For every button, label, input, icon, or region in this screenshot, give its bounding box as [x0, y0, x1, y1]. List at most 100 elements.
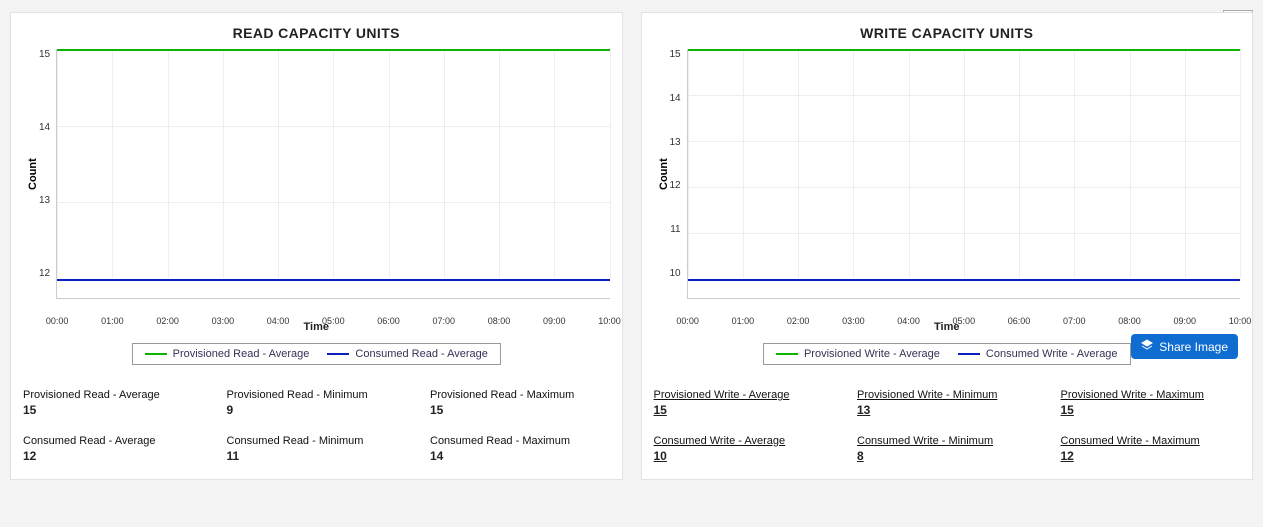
legend: Provisioned Write - Average Consumed Writ… — [763, 343, 1131, 365]
y-tick: 13 — [39, 195, 50, 206]
stat-value: 15 — [1061, 403, 1241, 417]
stat-cell: Provisioned Read - Average 15 — [23, 389, 203, 417]
plot-wrap: Count 151413121110 00:0001:0002:0003:000… — [654, 49, 1241, 299]
x-tick: 03:00 — [208, 316, 238, 326]
x-tick: 06:00 — [1004, 316, 1034, 326]
stat-cell: Consumed Read - Average 12 — [23, 435, 203, 463]
gridline — [223, 49, 224, 278]
plot-area[interactable]: 00:0001:0002:0003:0004:0005:0006:0007:00… — [687, 49, 1240, 299]
y-tick: 12 — [39, 268, 50, 279]
stat-label: Provisioned Read - Maximum — [430, 389, 610, 401]
stat-cell: Consumed Write - Average10 — [654, 435, 834, 463]
gridline — [1240, 49, 1241, 278]
x-tick: 05:00 — [949, 316, 979, 326]
gridline — [610, 49, 611, 278]
x-tick: 03:00 — [838, 316, 868, 326]
gridline — [853, 49, 854, 278]
share-image-button[interactable]: Share Image — [1131, 334, 1238, 359]
gridline — [1185, 49, 1186, 278]
legend-swatch — [327, 353, 349, 355]
legend-label: Provisioned Write - Average — [804, 348, 940, 360]
stat-value: 12 — [23, 449, 203, 463]
stat-value: 9 — [227, 403, 407, 417]
stat-label: Provisioned Read - Minimum — [227, 389, 407, 401]
stat-label: Consumed Write - Maximum — [1061, 435, 1241, 447]
legend-swatch — [145, 353, 167, 355]
stats-grid: Provisioned Write - Average15Provisioned… — [654, 389, 1241, 463]
y-tick: 14 — [670, 93, 681, 104]
x-tick: 07:00 — [429, 316, 459, 326]
stat-cell: Consumed Write - Minimum8 — [857, 435, 1037, 463]
x-tick: 00:00 — [42, 316, 72, 326]
series-line — [688, 279, 1240, 281]
stat-cell: Consumed Write - Maximum12 — [1061, 435, 1241, 463]
stat-cell: Provisioned Read - Minimum 9 — [227, 389, 407, 417]
panel-title: WRITE CAPACITY UNITS — [654, 25, 1241, 41]
legend-item[interactable]: Consumed Read - Average — [327, 348, 488, 360]
stat-cell: Provisioned Write - Average 15 — [654, 389, 834, 417]
stat-label: Consumed Write - Minimum — [857, 435, 1037, 447]
legend-swatch — [958, 353, 980, 355]
legend-swatch — [776, 353, 798, 355]
series-line — [688, 49, 1240, 51]
stat-cell: Provisioned Write - Maximum15 — [1061, 389, 1241, 417]
legend-label: Consumed Write - Average — [986, 348, 1118, 360]
gridline — [444, 49, 445, 278]
plot-area[interactable]: 00:0001:0002:0003:0004:0005:0006:0007:00… — [56, 49, 609, 299]
y-axis-label: Count — [23, 49, 39, 299]
legend-item[interactable]: Provisioned Read - Average — [145, 348, 310, 360]
series-line — [57, 49, 609, 51]
gridline — [168, 49, 169, 278]
panel-read-capacity: READ CAPACITY UNITS Count 15141312 00:00… — [10, 12, 623, 480]
x-tick: 04:00 — [894, 316, 924, 326]
y-tick: 10 — [670, 268, 681, 279]
stat-value: 11 — [227, 449, 407, 463]
stat-label: Provisioned Write - Minimum — [857, 389, 1037, 401]
x-tick: 09:00 — [539, 316, 569, 326]
gridline — [499, 49, 500, 278]
stat-value: 14 — [430, 449, 610, 463]
legend-item[interactable]: Consumed Write - Average — [958, 348, 1118, 360]
x-tick: 07:00 — [1059, 316, 1089, 326]
legend-label: Provisioned Read - Average — [173, 348, 310, 360]
y-axis-ticks: 151413121110 — [670, 49, 687, 299]
x-tick: 02:00 — [783, 316, 813, 326]
gridline — [333, 49, 334, 278]
gridline — [688, 49, 689, 278]
x-tick: 04:00 — [263, 316, 293, 326]
stat-label: Provisioned Write - Average — [654, 389, 834, 401]
stat-cell: Consumed Read - Maximum 14 — [430, 435, 610, 463]
stat-cell: Provisioned Read - Maximum15 — [430, 389, 610, 417]
stat-label: Provisioned Read - Average — [23, 389, 203, 401]
x-tick: 01:00 — [97, 316, 127, 326]
layers-icon — [1141, 339, 1153, 354]
legend-item[interactable]: Provisioned Write - Average — [776, 348, 940, 360]
gridline — [554, 49, 555, 278]
gridline — [278, 49, 279, 278]
stat-value: 15 — [654, 403, 834, 417]
legend: Provisioned Read - Average Consumed Read … — [132, 343, 501, 365]
gridline — [112, 49, 113, 278]
x-tick: 01:00 — [728, 316, 758, 326]
stat-label: Consumed Read - Minimum — [227, 435, 407, 447]
x-tick: 05:00 — [318, 316, 348, 326]
x-tick: 02:00 — [153, 316, 183, 326]
stat-label: Consumed Read - Average — [23, 435, 203, 447]
x-tick: 08:00 — [484, 316, 514, 326]
gridline — [1019, 49, 1020, 278]
stat-value: 15 — [23, 403, 203, 417]
stat-label: Consumed Read - Maximum — [430, 435, 610, 447]
stat-cell: Consumed Read - Minimum 11 — [227, 435, 407, 463]
x-tick: 08:00 — [1115, 316, 1145, 326]
gridline — [909, 49, 910, 278]
gridline — [798, 49, 799, 278]
x-tick: 10:00 — [595, 316, 625, 326]
dashboard-panels: READ CAPACITY UNITS Count 15141312 00:00… — [10, 12, 1253, 480]
gridline — [57, 49, 58, 278]
x-tick: 09:00 — [1170, 316, 1200, 326]
x-tick: 06:00 — [374, 316, 404, 326]
y-tick: 12 — [670, 180, 681, 191]
stat-label: Consumed Write - Average — [654, 435, 834, 447]
y-tick: 15 — [670, 49, 681, 60]
gridline — [1074, 49, 1075, 278]
